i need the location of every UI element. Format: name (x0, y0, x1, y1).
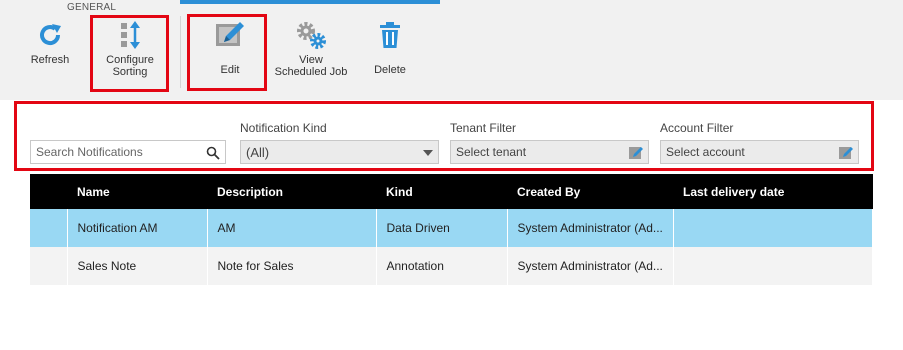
tenant-filter-field[interactable]: Select tenant (450, 140, 649, 164)
account-filter-field[interactable]: Select account (660, 140, 859, 164)
refresh-button[interactable]: Refresh (30, 18, 70, 66)
cell-last-delivery (673, 247, 873, 285)
refresh-icon (33, 18, 67, 52)
cell-name: Notification AM (67, 209, 208, 247)
cell-created-by: System Administrator (Ad... (507, 247, 674, 285)
search-icon[interactable] (205, 145, 221, 161)
column-header-description[interactable]: Description (207, 174, 376, 209)
column-header-created-by[interactable]: Created By (507, 174, 673, 209)
notification-kind-value: (All) (246, 144, 270, 160)
notification-kind-label: Notification Kind (240, 121, 327, 135)
ribbon-group-label: GENERAL (67, 2, 117, 13)
delete-label: Delete (374, 64, 406, 76)
highlight-edit (187, 14, 267, 91)
ribbon-accent-bar (180, 0, 440, 4)
cell-description: AM (207, 209, 377, 247)
row-selector[interactable] (30, 247, 68, 285)
account-filter-value: Select account (666, 145, 745, 159)
cell-description: Note for Sales (207, 247, 377, 285)
search-placeholder: Search Notifications (36, 145, 143, 159)
tenant-filter-value: Select tenant (456, 145, 527, 159)
ribbon-separator (180, 16, 181, 88)
highlight-configure-sorting (90, 15, 169, 92)
view-scheduled-job-label: View Scheduled Job (274, 54, 348, 78)
search-input[interactable]: Search Notifications (30, 140, 226, 164)
cell-name: Sales Note (67, 247, 208, 285)
notification-kind-select[interactable]: (All) (240, 140, 439, 164)
column-header-last-delivery-date[interactable]: Last delivery date (673, 174, 873, 209)
tenant-filter-label: Tenant Filter (450, 121, 517, 135)
account-edit-icon[interactable] (838, 145, 854, 161)
cell-last-delivery (673, 209, 873, 247)
row-selector[interactable] (30, 209, 68, 247)
table-row[interactable]: Notification AM AM Data Driven System Ad… (30, 209, 873, 247)
ribbon-toolbar: GENERAL Refresh Configure Sorting Edit V… (0, 0, 903, 100)
column-header-name[interactable]: Name (67, 174, 207, 209)
cell-kind: Data Driven (376, 209, 508, 247)
dropdown-arrow-icon (420, 145, 436, 161)
column-header-kind[interactable]: Kind (376, 174, 507, 209)
cell-kind: Annotation (376, 247, 508, 285)
table-row[interactable]: Sales Note Note for Sales Annotation Sys… (30, 247, 873, 285)
filter-bar: Search Notifications Notification Kind (… (30, 112, 870, 172)
table-header-row: Name Description Kind Created By Last de… (30, 174, 873, 209)
delete-button[interactable]: Delete (370, 18, 410, 76)
gears-icon (294, 18, 328, 52)
row-selector-header (30, 174, 67, 209)
refresh-label: Refresh (30, 54, 70, 66)
tenant-edit-icon[interactable] (628, 145, 644, 161)
trash-icon (373, 18, 407, 52)
view-scheduled-job-button[interactable]: View Scheduled Job (272, 18, 350, 78)
account-filter-label: Account Filter (660, 121, 734, 135)
cell-created-by: System Administrator (Ad... (507, 209, 674, 247)
notifications-table: Name Description Kind Created By Last de… (30, 174, 873, 285)
